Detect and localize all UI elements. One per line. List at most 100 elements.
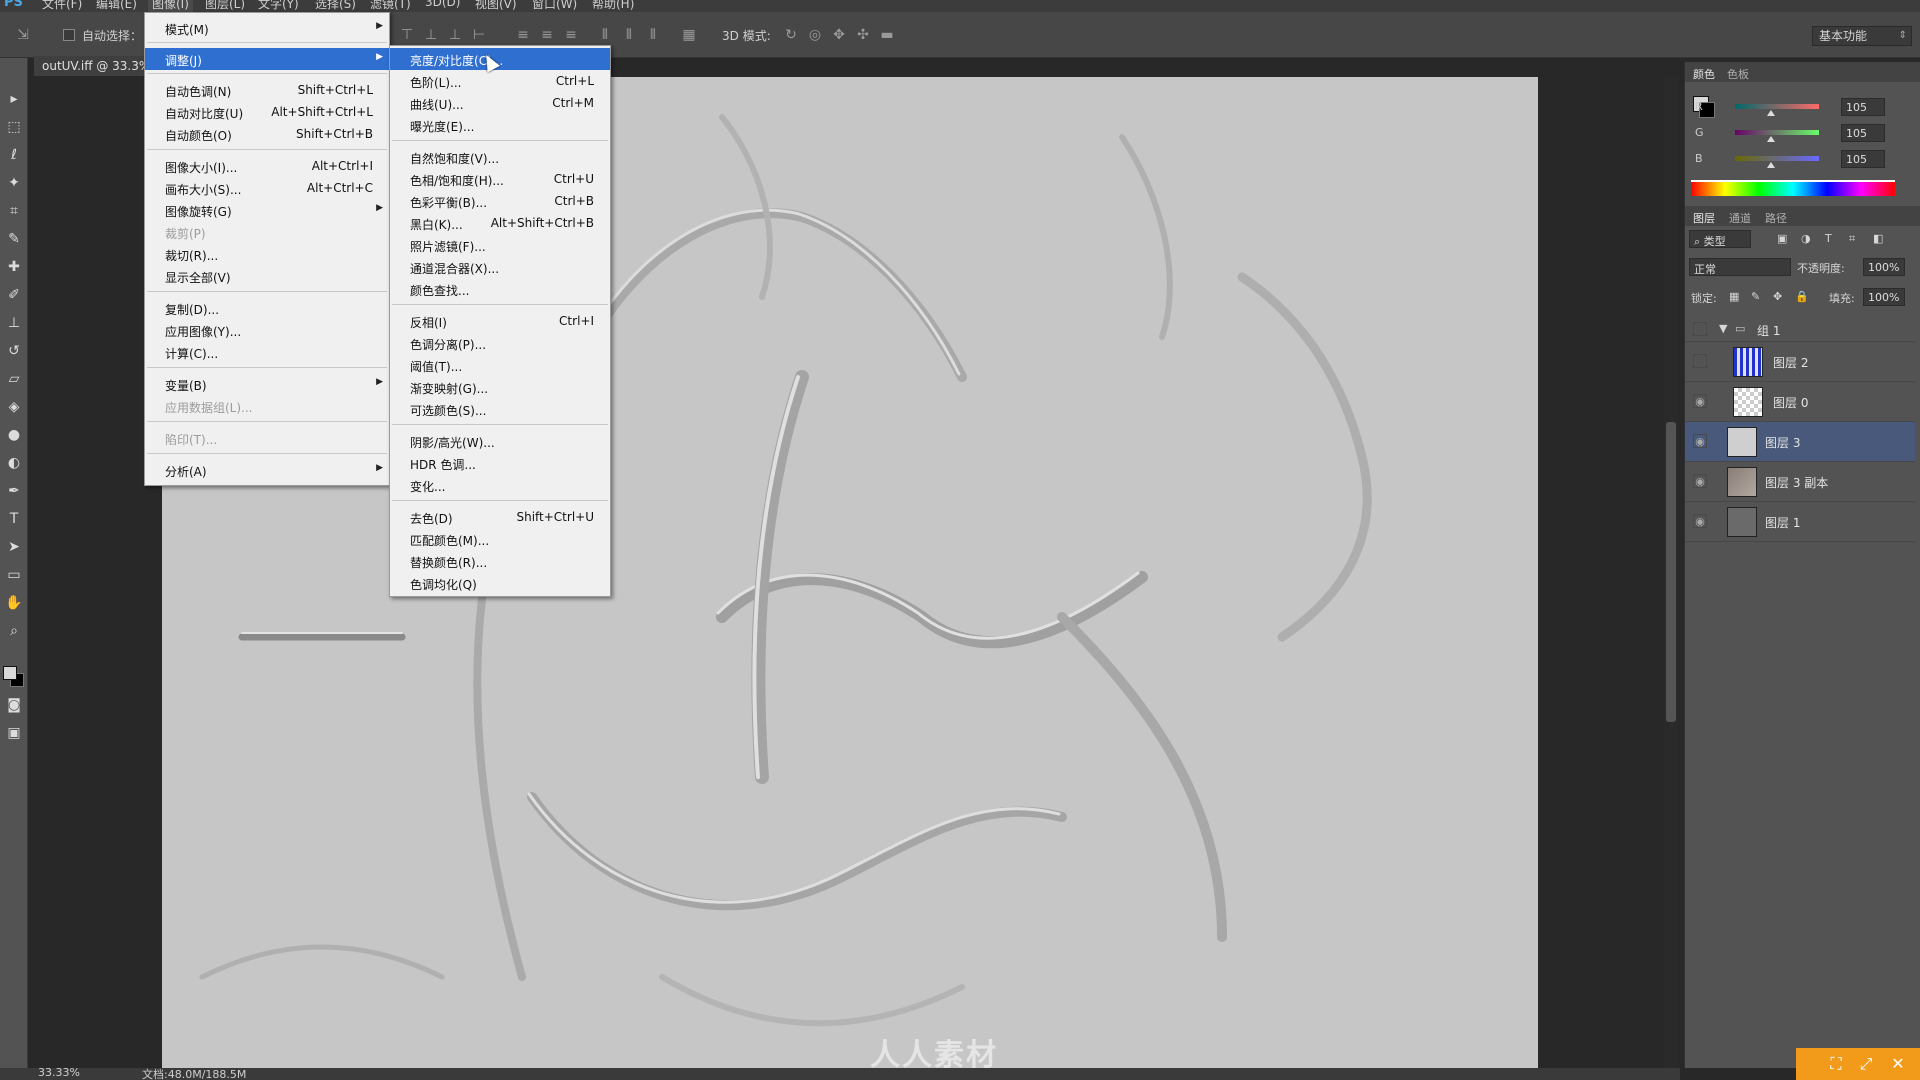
drag-3d-icon[interactable]: ✥ bbox=[830, 26, 848, 44]
menu-edit[interactable]: 编辑(E) bbox=[96, 0, 137, 12]
menu-item-image-2[interactable]: 自动色调(N) Shift+Ctrl+L bbox=[145, 79, 389, 101]
menu-filter[interactable]: 滤镜(T) bbox=[370, 0, 411, 12]
menu-item-image-3[interactable]: 自动对比度(U) Alt+Shift+Ctrl+L bbox=[145, 101, 389, 123]
filter-shape-icon[interactable]: ⌗ bbox=[1849, 232, 1855, 246]
fullscreen-icon[interactable]: ⛶ bbox=[1826, 1054, 1846, 1074]
lock-pixels-icon[interactable]: ✎ bbox=[1751, 290, 1760, 303]
lock-position-icon[interactable]: ✥ bbox=[1773, 290, 1782, 303]
menu-item-adjust-21[interactable]: 替换颜色(R)... bbox=[390, 550, 610, 572]
menu-item-image-17[interactable]: 分析(A) ▶ bbox=[145, 459, 389, 481]
blue-slider-track[interactable] bbox=[1735, 156, 1819, 161]
auto-align-icon[interactable]: ▦ bbox=[680, 26, 698, 44]
pen-tool-icon[interactable]: ✒ bbox=[3, 480, 25, 502]
blue-slider-knob[interactable] bbox=[1767, 162, 1775, 168]
menu-item-adjust-13[interactable]: 阈值(T)... bbox=[390, 354, 610, 376]
menu-item-adjust-18[interactable]: 变化... bbox=[390, 474, 610, 496]
menu-image[interactable]: 图像(I) bbox=[148, 0, 193, 12]
align-vcenter-icon[interactable]: ⊥ bbox=[422, 26, 440, 44]
zoom-level[interactable]: 33.33% bbox=[38, 1068, 80, 1079]
menu-item-adjust-12[interactable]: 色调分离(P)... bbox=[390, 332, 610, 354]
scrollbar-thumb[interactable] bbox=[1666, 422, 1676, 722]
marquee-tool-icon[interactable]: ⬚ bbox=[3, 116, 25, 138]
layer-name[interactable]: 图层 2 bbox=[1773, 354, 1808, 371]
menu-item-adjust-15[interactable]: 可选颜色(S)... bbox=[390, 398, 610, 420]
filter-pixel-icon[interactable]: ▣ bbox=[1777, 232, 1787, 245]
hand-tool-icon[interactable]: ✋ bbox=[3, 592, 25, 614]
type-tool-icon[interactable]: T bbox=[3, 508, 25, 530]
scale-3d-icon[interactable]: ▬ bbox=[878, 26, 896, 44]
tab-paths[interactable]: 路径 bbox=[1765, 210, 1787, 226]
menu-item-adjust-3[interactable]: 曝光度(E)... bbox=[390, 114, 610, 136]
menu-item-adjust-8[interactable]: 照片滤镜(F)... bbox=[390, 234, 610, 256]
menu-item-image-1[interactable]: 调整(J) ▶ bbox=[145, 48, 389, 70]
menu-item-image-12[interactable]: 应用图像(Y)... bbox=[145, 319, 389, 341]
menu-item-image-7[interactable]: 图像旋转(G) ▶ bbox=[145, 199, 389, 221]
tab-color[interactable]: 颜色 bbox=[1693, 66, 1715, 82]
menu-item-adjust-22[interactable]: 色调均化(Q) bbox=[390, 572, 610, 594]
distribute-top-icon[interactable]: ≡ bbox=[514, 26, 532, 44]
green-value-input[interactable]: 105 bbox=[1841, 124, 1885, 142]
menu-item-image-14[interactable]: 变量(B) ▶ bbox=[145, 373, 389, 395]
healing-brush-icon[interactable]: ✚ bbox=[3, 256, 25, 278]
distribute-left-icon[interactable]: ⫴ bbox=[596, 26, 614, 44]
blue-value-input[interactable]: 105 bbox=[1841, 150, 1885, 168]
align-top-icon[interactable]: ⊤ bbox=[398, 26, 416, 44]
blend-mode-select[interactable]: 正常 bbox=[1689, 258, 1791, 276]
foreground-color-swatch[interactable] bbox=[3, 666, 17, 680]
eyedropper-icon[interactable]: ✎ bbox=[3, 228, 25, 250]
menu-item-adjust-4[interactable]: 自然饱和度(V)... bbox=[390, 146, 610, 168]
menu-item-adjust-1[interactable]: 色阶(L)... Ctrl+L bbox=[390, 70, 610, 92]
menu-file[interactable]: 文件(F) bbox=[42, 0, 82, 12]
layer-visibility-toggle[interactable]: ◉ bbox=[1693, 394, 1707, 408]
red-slider-track[interactable] bbox=[1735, 104, 1819, 109]
blur-tool-icon[interactable]: ● bbox=[3, 424, 25, 446]
tab-swatches[interactable]: 色板 bbox=[1727, 66, 1749, 82]
zoom-tool-icon[interactable]: ⌕ bbox=[3, 620, 25, 642]
filter-type-icon[interactable]: T bbox=[1825, 232, 1832, 245]
menu-item-adjust-10[interactable]: 颜色查找... bbox=[390, 278, 610, 300]
green-slider-track[interactable] bbox=[1735, 130, 1819, 135]
menu-item-adjust-20[interactable]: 匹配颜色(M)... bbox=[390, 528, 610, 550]
crop-tool-icon[interactable]: ⌗ bbox=[3, 200, 25, 222]
menu-item-image-0[interactable]: 模式(M) ▶ bbox=[145, 17, 389, 39]
layer-row[interactable]: ◉ 图层 3 副本 bbox=[1685, 462, 1915, 502]
menu-item-image-5[interactable]: 图像大小(I)... Alt+Ctrl+I bbox=[145, 155, 389, 177]
layer-row[interactable]: 图层 2 bbox=[1685, 342, 1915, 382]
quick-mask-icon[interactable]: ◙ bbox=[3, 694, 25, 716]
move-tool-preset-icon[interactable]: ⇲ bbox=[14, 26, 32, 44]
menu-type[interactable]: 文字(Y) bbox=[258, 0, 299, 12]
align-bottom-icon[interactable]: ⊥ bbox=[446, 26, 464, 44]
layer-name[interactable]: 图层 3 bbox=[1765, 434, 1800, 451]
layer-row[interactable]: ◉ 图层 1 bbox=[1685, 502, 1915, 542]
dodge-tool-icon[interactable]: ◐ bbox=[3, 452, 25, 474]
filter-adjust-icon[interactable]: ◑ bbox=[1801, 232, 1811, 245]
blue-channel-slider[interactable]: B 105 bbox=[1695, 150, 1915, 170]
menu-item-adjust-7[interactable]: 黑白(K)... Alt+Shift+Ctrl+B bbox=[390, 212, 610, 234]
group-visibility-toggle[interactable] bbox=[1693, 322, 1707, 336]
group-expand-icon[interactable]: ▼ bbox=[1719, 322, 1727, 335]
expand-icon[interactable]: ⤢ bbox=[1856, 1054, 1876, 1074]
lasso-tool-icon[interactable]: ℓ bbox=[3, 144, 25, 166]
distribute-bottom-icon[interactable]: ≡ bbox=[562, 26, 580, 44]
lock-all-icon[interactable]: 🔒 bbox=[1795, 290, 1809, 303]
rectangle-tool-icon[interactable]: ▭ bbox=[3, 564, 25, 586]
menu-layer[interactable]: 图层(L) bbox=[205, 0, 245, 12]
menu-item-adjust-17[interactable]: HDR 色调... bbox=[390, 452, 610, 474]
menu-item-image-4[interactable]: 自动颜色(O) Shift+Ctrl+B bbox=[145, 123, 389, 145]
layer-filter-select[interactable]: ⌕ 类型 bbox=[1689, 230, 1751, 248]
layer-visibility-toggle[interactable]: ◉ bbox=[1693, 514, 1707, 528]
layer-visibility-toggle[interactable] bbox=[1693, 354, 1707, 368]
green-slider-knob[interactable] bbox=[1767, 136, 1775, 142]
menu-item-image-6[interactable]: 画布大小(S)... Alt+Ctrl+C bbox=[145, 177, 389, 199]
layer-name[interactable]: 图层 3 副本 bbox=[1765, 474, 1828, 491]
red-slider-knob[interactable] bbox=[1767, 110, 1775, 116]
menu-item-image-13[interactable]: 计算(C)... bbox=[145, 341, 389, 363]
menu-select[interactable]: 选择(S) bbox=[315, 0, 356, 12]
brush-tool-icon[interactable]: ✐ bbox=[3, 284, 25, 306]
rotate-3d-icon[interactable]: ↻ bbox=[782, 26, 800, 44]
group-name[interactable]: 组 1 bbox=[1757, 322, 1780, 339]
menu-item-adjust-16[interactable]: 阴影/高光(W)... bbox=[390, 430, 610, 452]
layer-visibility-toggle[interactable]: ◉ bbox=[1693, 474, 1707, 488]
menu-item-adjust-2[interactable]: 曲线(U)... Ctrl+M bbox=[390, 92, 610, 114]
move-tool-icon[interactable]: ▸ bbox=[3, 88, 25, 110]
